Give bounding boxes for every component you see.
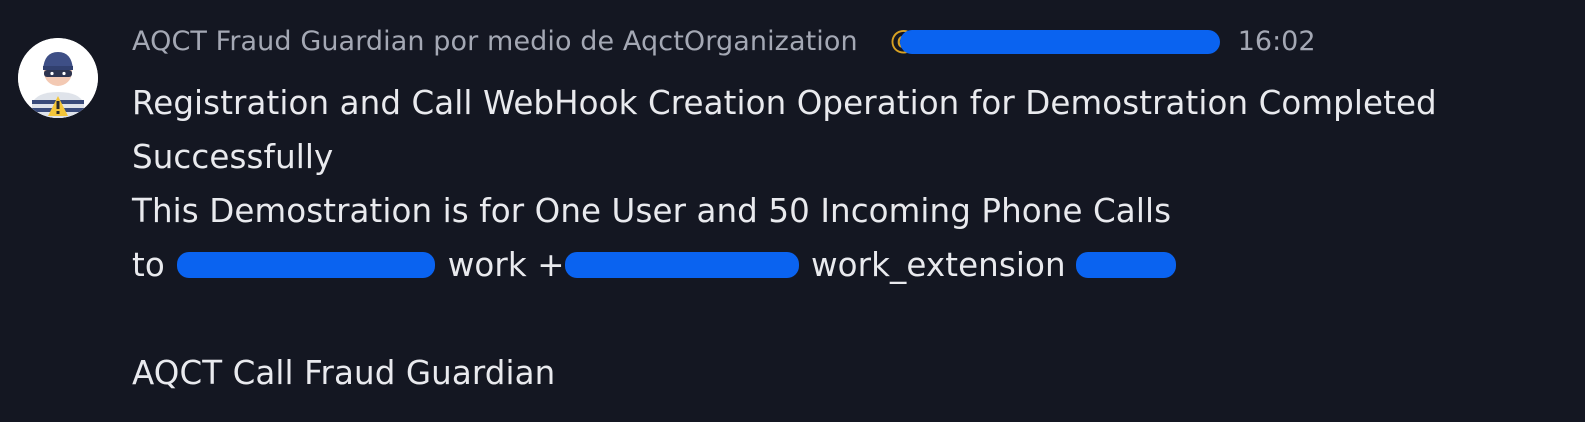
- message-line: Registration and Call WebHook Creation O…: [132, 84, 1437, 122]
- redaction-mark: [564, 252, 799, 278]
- fraud-guardian-avatar-icon: [18, 38, 98, 118]
- contact-plus-sign: +: [537, 246, 565, 284]
- sender-name[interactable]: AQCT Fraud Guardian por medio de AqctOrg…: [132, 26, 858, 57]
- sender-handle[interactable]: @: [890, 24, 1222, 58]
- redacted-phone-number: [564, 238, 801, 292]
- contact-to-label: to: [132, 246, 165, 284]
- message-body: Registration and Call WebHook Creation O…: [132, 76, 1572, 400]
- message-line: This Demostration is for One User and 50…: [132, 192, 1172, 230]
- message-line-contact: to work + work_extension: [132, 238, 1572, 292]
- contact-work-extension-label: work_extension: [810, 246, 1066, 284]
- redacted-extension: [1076, 238, 1177, 292]
- redaction-mark: [899, 30, 1220, 54]
- sender-avatar[interactable]: [18, 38, 98, 118]
- redaction-mark: [1076, 252, 1177, 278]
- contact-work-label: work: [447, 246, 527, 284]
- message-signature: AQCT Call Fraud Guardian: [132, 354, 556, 392]
- chat-message: AQCT Fraud Guardian por medio de AqctOrg…: [0, 0, 1585, 422]
- message-header: AQCT Fraud Guardian por medio de AqctOrg…: [132, 20, 1316, 62]
- redacted-contact-name: [175, 238, 437, 292]
- message-timestamp[interactable]: 16:02: [1238, 26, 1316, 57]
- message-line: Successfully: [132, 138, 334, 176]
- redaction-mark: [177, 252, 436, 278]
